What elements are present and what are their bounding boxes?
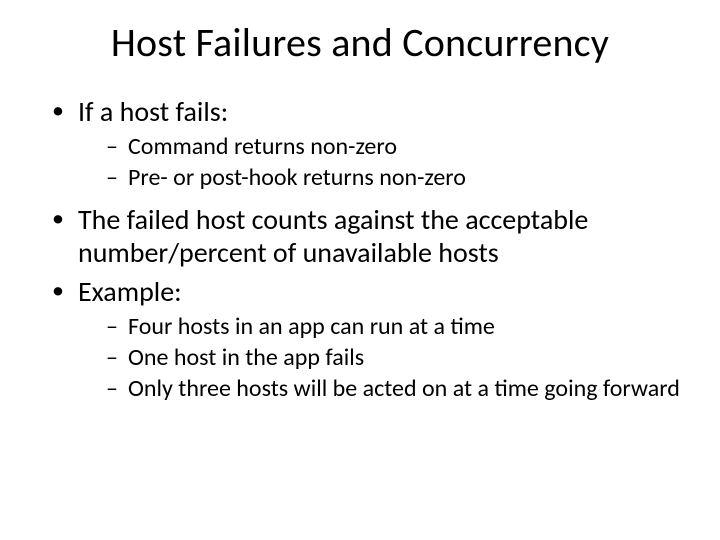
sub-bullet-text: Four hosts in an app can run at a time	[128, 312, 495, 341]
slide-title: Host Failures and Concurrency	[40, 18, 680, 67]
sub-bullet-text: Only three hosts will be acted on at a t…	[128, 374, 680, 403]
sub-bullet-list: Four hosts in an app can run at a time O…	[78, 312, 680, 404]
sub-bullet-item: Only three hosts will be acted on at a t…	[106, 374, 680, 403]
sub-bullet-text: Pre- or post-hook returns non-zero	[128, 163, 466, 192]
bullet-list: If a host fails: Command returns non-zer…	[40, 95, 680, 403]
sub-bullet-item: One host in the app fails	[106, 343, 680, 372]
sub-bullet-item: Pre- or post-hook returns non-zero	[106, 163, 680, 192]
sub-bullet-item: Four hosts in an app can run at a time	[106, 312, 680, 341]
bullet-text: The failed host counts against the accep…	[78, 202, 588, 270]
bullet-text: If a host fails:	[78, 94, 228, 129]
sub-bullet-text: One host in the app fails	[128, 343, 364, 372]
bullet-item: The failed host counts against the accep…	[52, 203, 680, 269]
bullet-item: If a host fails: Command returns non-zer…	[52, 95, 680, 193]
bullet-item: Example: Four hosts in an app can run at…	[52, 275, 680, 404]
sub-bullet-text: Command returns non-zero	[128, 132, 397, 161]
sub-bullet-item: Command returns non-zero	[106, 132, 680, 161]
slide: Host Failures and Concurrency If a host …	[0, 0, 720, 540]
bullet-text: Example:	[78, 274, 182, 309]
sub-bullet-list: Command returns non-zero Pre- or post-ho…	[78, 132, 680, 193]
